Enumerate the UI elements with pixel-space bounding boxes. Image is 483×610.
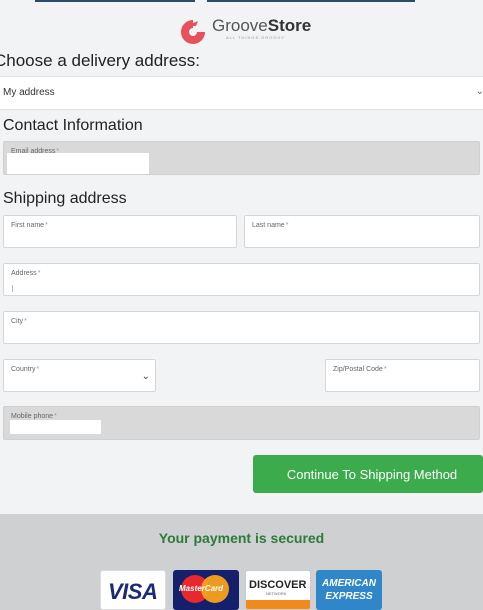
mobile-phone-field[interactable]: Mobile phone*: [3, 406, 480, 440]
email-field[interactable]: Email address*: [3, 141, 480, 175]
visa-text: VISA: [108, 579, 158, 604]
top-tab-strip: [0, 0, 483, 2]
amex-line1: AMERICAN: [322, 578, 376, 589]
address-label: Address: [11, 270, 37, 277]
chevron-down-icon: ⌄: [475, 86, 483, 97]
required-marker: *: [36, 366, 40, 373]
text-cursor: [12, 285, 13, 292]
payment-footer: [0, 514, 483, 610]
delivery-heading: Choose a delivery address:: [0, 51, 201, 70]
last-name-label: Last name: [252, 222, 285, 229]
last-name-field[interactable]: Last name*: [244, 215, 480, 248]
amex-logo: AMERICAN EXPRESS: [316, 570, 382, 610]
required-marker: *: [285, 222, 289, 229]
delivery-address-value: My address: [3, 87, 55, 98]
brand-name-light: Groove: [212, 16, 268, 35]
visa-logo: VISA: [100, 570, 166, 610]
first-name-label: First name: [11, 222, 45, 229]
mastercard-text: MasterCard: [179, 584, 224, 593]
tab-indicator: [207, 0, 415, 2]
required-marker: *: [37, 270, 41, 277]
amex-line2: EXPRESS: [325, 591, 373, 602]
required-marker: *: [54, 413, 57, 420]
discover-text: DISCOVER: [249, 579, 307, 591]
phone-label: Mobile phone: [11, 413, 54, 420]
delivery-address-select[interactable]: My address ⌄: [0, 76, 483, 110]
chevron-down-icon: ⌄: [141, 371, 150, 382]
required-marker: *: [45, 222, 48, 229]
payment-secured-text: Your payment is secured: [158, 530, 325, 546]
discover-network-text: NETWORK: [266, 591, 287, 596]
mastercard-logo: MasterCard: [173, 570, 239, 610]
zip-label: Zip/Postal Code: [333, 366, 383, 373]
required-marker: *: [383, 366, 387, 373]
email-input[interactable]: [7, 153, 149, 174]
contact-heading: Contact Information: [3, 117, 143, 134]
city-field[interactable]: City*: [3, 311, 480, 344]
discover-logo: DISCOVER NETWORK: [245, 570, 311, 610]
mobile-phone-input[interactable]: [10, 420, 101, 434]
groovestore-logo-icon: [181, 20, 205, 44]
shipping-heading: Shipping address: [3, 190, 127, 207]
continue-to-shipping-button[interactable]: Continue To Shipping Method: [253, 455, 483, 493]
country-select[interactable]: Country* ⌄: [3, 359, 156, 392]
tab-indicator: [35, 0, 195, 2]
required-marker: *: [24, 318, 27, 325]
brand-name-bold: Store: [267, 16, 312, 35]
groovestore-logo[interactable]: GrooveStore ALL THINGS GROOVY: [178, 17, 311, 47]
city-label: City: [11, 318, 24, 325]
zip-field[interactable]: Zip/Postal Code*: [325, 359, 480, 392]
address-field[interactable]: Address*: [3, 263, 480, 296]
brand-tagline: ALL THINGS GROOVY: [226, 35, 285, 40]
country-label: Country: [11, 366, 36, 373]
first-name-field[interactable]: First name*: [3, 215, 237, 248]
